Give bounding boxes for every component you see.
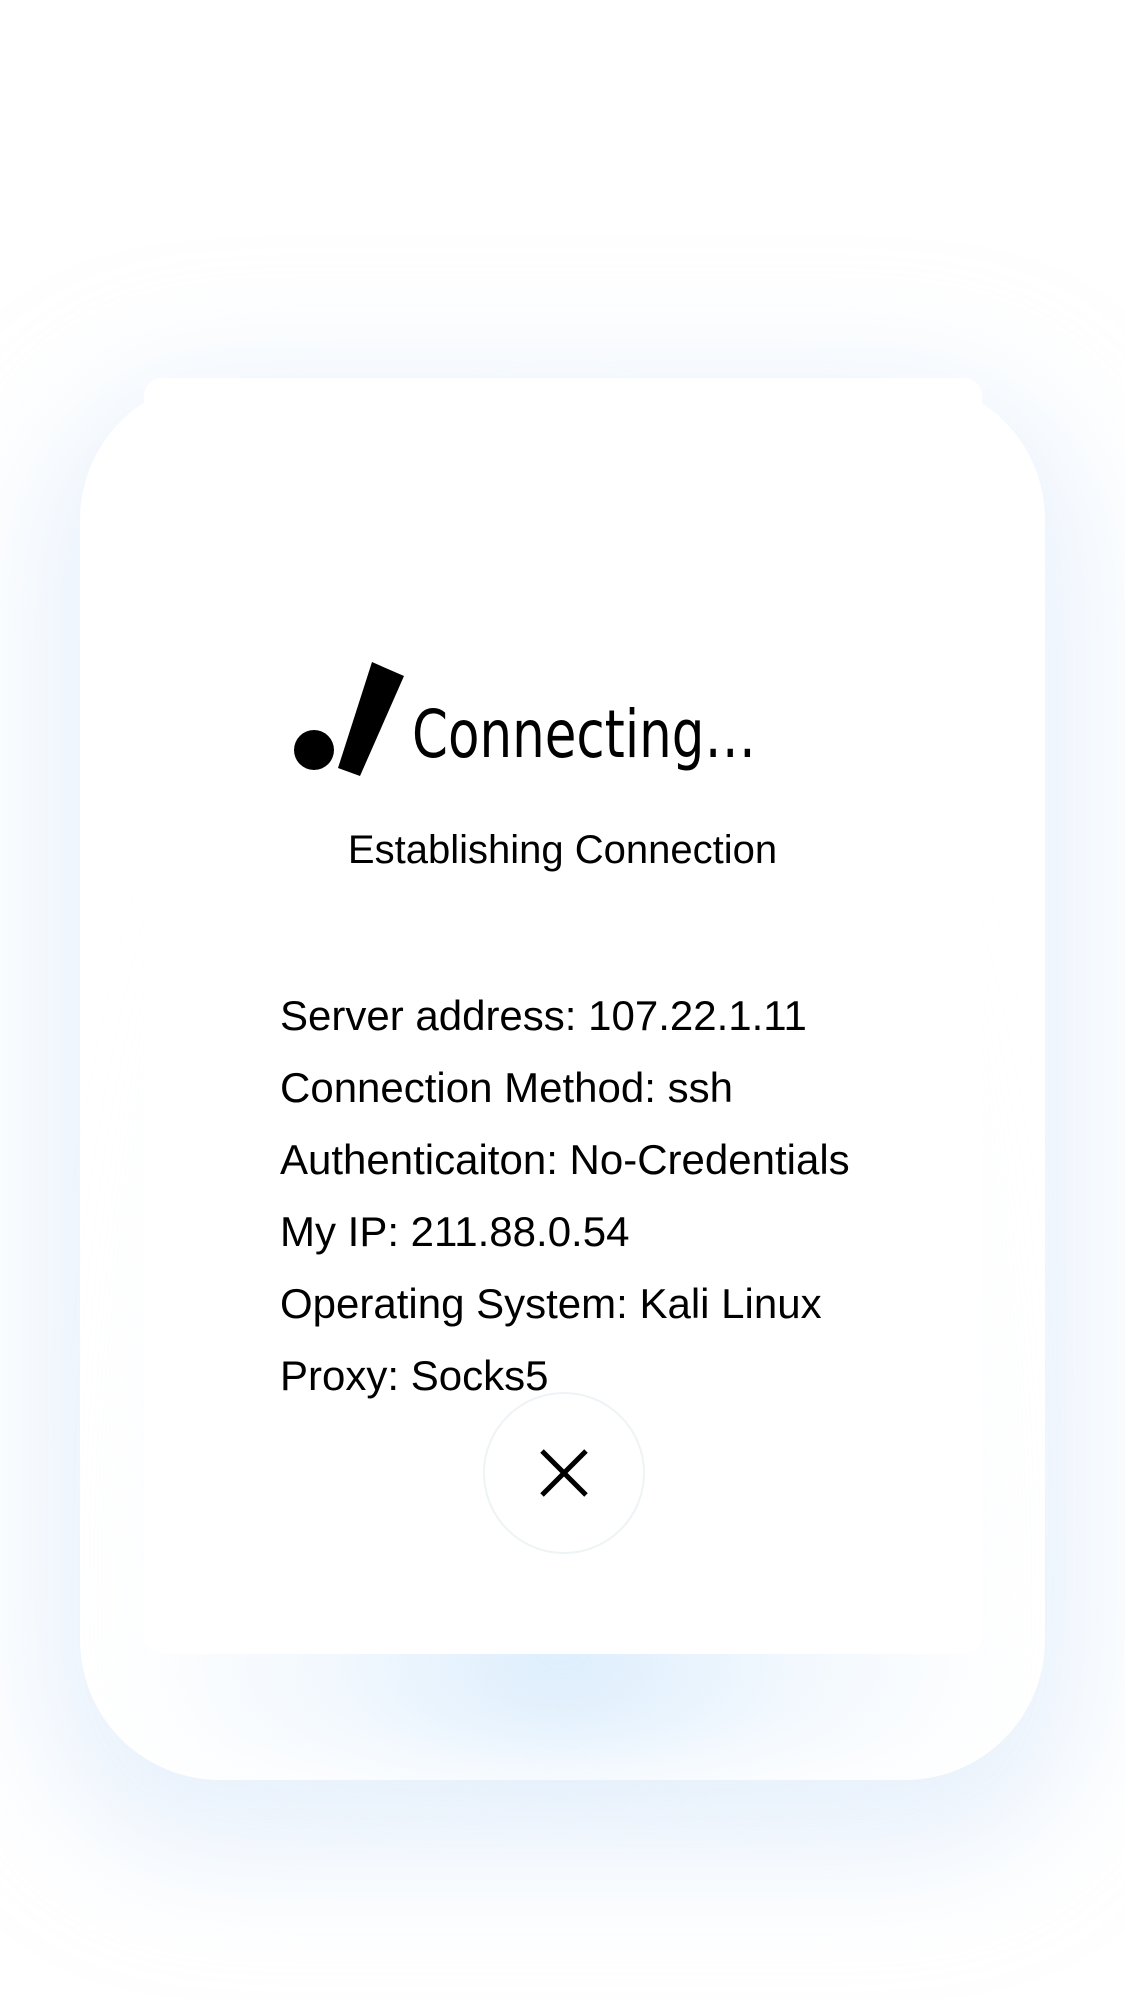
status-subtitle: Establishing Connection — [347, 828, 778, 872]
dot-slash-logo-icon — [294, 662, 404, 776]
status-header: Connecting… — [292, 658, 853, 778]
detail-connection-method: Connection Method: ssh — [280, 1064, 733, 1111]
close-icon — [540, 1449, 588, 1497]
status-title: Connecting… — [412, 696, 756, 773]
close-button[interactable] — [483, 1392, 645, 1554]
detail-my-ip: My IP: 211.88.0.54 — [280, 1208, 630, 1255]
detail-authentication: Authenticaiton: No-Credentials — [280, 1136, 850, 1183]
connection-details-list: Server address: 107.22.1.11 Connection M… — [280, 980, 850, 1412]
screen: Connecting… Establishing Connection Serv… — [0, 0, 1125, 2001]
detail-server-address: Server address: 107.22.1.11 — [280, 992, 807, 1039]
detail-operating-system: Operating System: Kali Linux — [280, 1280, 822, 1327]
